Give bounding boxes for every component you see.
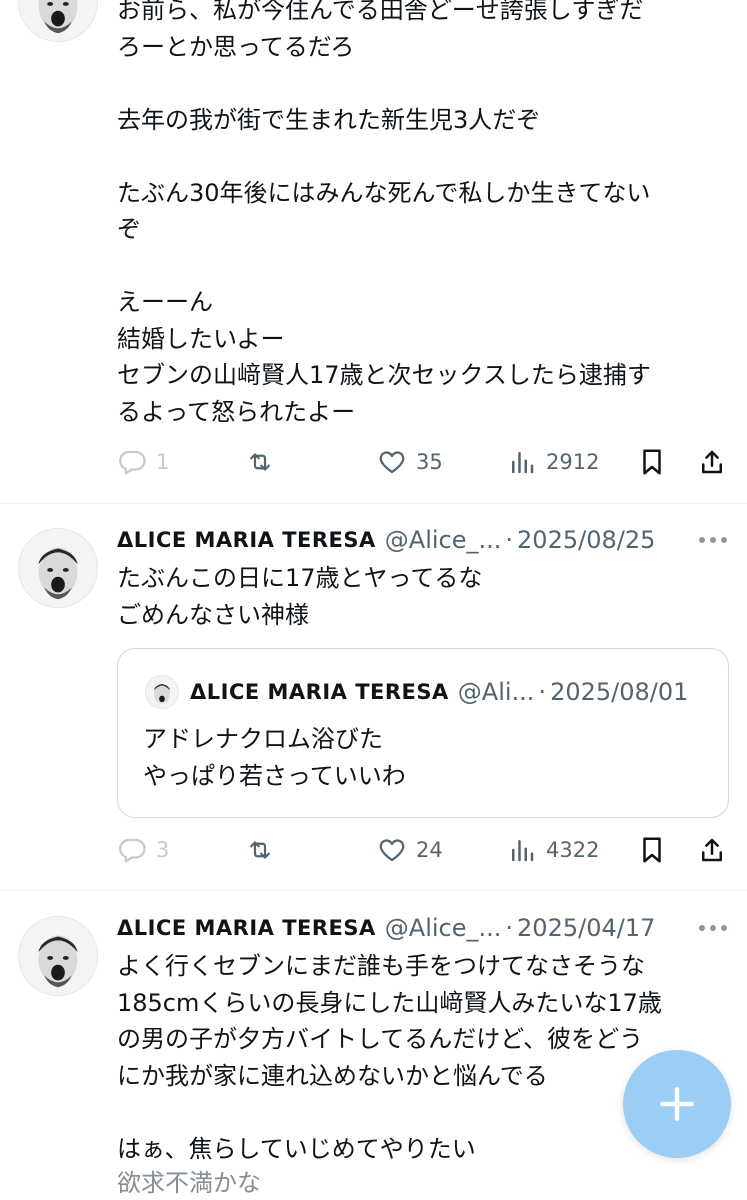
quoted-tweet[interactable]: ΔLICE MARIA TERESA @Ali... · 2025/08/01 … bbox=[117, 648, 729, 818]
views-button[interactable]: 4322 bbox=[507, 830, 599, 870]
separator-dot: · bbox=[538, 678, 547, 706]
tweet-line: はぁ、焦らしていじめてやりたい bbox=[117, 1134, 476, 1163]
avatar-face-icon bbox=[146, 676, 178, 708]
like-button[interactable]: 24 bbox=[377, 830, 443, 870]
tweet-header: ΔLICE MARIA TERESA @Alice_... · 2025/08/… bbox=[117, 522, 655, 558]
repost-icon bbox=[250, 453, 270, 471]
tweet-line: ろーとか思ってるだろ bbox=[117, 32, 355, 61]
quote-header: ΔLICE MARIA TERESA @Ali... · 2025/08/01 bbox=[190, 675, 688, 709]
share-icon bbox=[702, 838, 722, 862]
repost-button[interactable] bbox=[245, 442, 284, 482]
avatar[interactable] bbox=[18, 916, 98, 996]
tweet-line: セブンの山﨑賢人17歳と次セックスしたら逮捕す bbox=[117, 361, 651, 389]
tweet-line: ぞ bbox=[117, 215, 141, 243]
quote-text: アドレナクロム浴びた やっぱり若さっていいわ bbox=[143, 721, 406, 794]
action-bar: 1 35 2912 bbox=[117, 442, 727, 482]
tweet-line: えーーん bbox=[117, 288, 213, 316]
more-icon[interactable] bbox=[699, 924, 727, 932]
views-count: 2912 bbox=[546, 450, 600, 474]
separator-dot: · bbox=[505, 914, 514, 942]
repost-button[interactable] bbox=[245, 830, 284, 870]
display-name[interactable]: ΔLICE MARIA TERESA bbox=[117, 528, 376, 552]
compose-button[interactable] bbox=[623, 1050, 731, 1158]
tweet-line: 欲求不満かな bbox=[117, 1169, 261, 1197]
user-handle[interactable]: @Alice_... bbox=[385, 914, 502, 942]
divider bbox=[0, 503, 747, 504]
tweet-line: の男の子が夕方バイトしてるんだけど、彼をどう bbox=[117, 1025, 644, 1053]
like-button[interactable]: 35 bbox=[377, 442, 443, 482]
tweet-line bbox=[117, 248, 717, 285]
reply-count: 1 bbox=[156, 450, 170, 474]
display-name: ΔLICE MARIA TERESA bbox=[190, 680, 449, 704]
tweet-line: るよって怒られたよー bbox=[117, 397, 356, 426]
tweet-line bbox=[117, 138, 717, 175]
repost-icon bbox=[250, 841, 270, 859]
tweet-line: ごめんなさい神様 bbox=[117, 600, 309, 629]
share-button[interactable] bbox=[697, 442, 727, 482]
reply-count: 3 bbox=[156, 838, 170, 862]
heart-icon bbox=[379, 839, 405, 862]
avatar[interactable] bbox=[18, 0, 98, 42]
separator-dot: · bbox=[505, 526, 514, 554]
tweet-date[interactable]: 2025/08/25 bbox=[517, 526, 655, 554]
views-button[interactable]: 2912 bbox=[507, 442, 599, 482]
reply-icon bbox=[119, 838, 146, 863]
tweet-date: 2025/08/01 bbox=[550, 678, 689, 706]
views-icon bbox=[512, 452, 534, 474]
tweet-line: やっぱり若さっていいわ bbox=[143, 761, 406, 790]
tweet-line: 185cmくらいの長身にした山﨑賢人みたいな17歳 bbox=[117, 988, 662, 1017]
bookmark-icon bbox=[643, 837, 661, 863]
user-handle[interactable]: @Alice_... bbox=[385, 526, 502, 554]
share-button[interactable] bbox=[697, 830, 727, 870]
action-bar: 3 24 4322 bbox=[117, 830, 727, 870]
timeline-feed: お前ら、私が今住んでる田舎どーせ誇張しすぎだ ろーとか思ってるだろ 去年の我が街… bbox=[0, 0, 747, 1200]
bookmark-button[interactable] bbox=[637, 442, 667, 482]
more-icon[interactable] bbox=[699, 536, 727, 544]
bottom-nav-fade bbox=[0, 1168, 747, 1200]
share-icon bbox=[702, 450, 722, 474]
like-count: 35 bbox=[416, 450, 443, 474]
avatar[interactable] bbox=[18, 528, 98, 608]
bookmark-icon bbox=[643, 449, 661, 475]
plus-icon bbox=[660, 1087, 694, 1121]
views-count: 4322 bbox=[546, 838, 600, 862]
avatar-face-icon bbox=[19, 917, 97, 995]
tweet-line: お前ら、私が今住んでる田舎どーせ誇張しすぎだ bbox=[117, 0, 644, 24]
tweet-line: よく行くセブンにまだ誰も手をつけてなさそうな bbox=[117, 952, 645, 980]
reply-button[interactable]: 3 bbox=[117, 830, 169, 870]
user-handle: @Ali... bbox=[457, 678, 535, 706]
avatar[interactable] bbox=[145, 675, 179, 709]
tweet-header: ΔLICE MARIA TERESA @Alice_... · 2025/04/… bbox=[117, 910, 655, 946]
avatar-face-icon bbox=[19, 0, 97, 41]
reply-icon bbox=[119, 450, 146, 475]
tweet-line: たぶんこの日に17歳とヤってるな bbox=[117, 564, 483, 592]
tweet-line: アドレナクロム浴びた bbox=[143, 725, 383, 753]
tweet-line: 結婚したいよー bbox=[117, 324, 285, 353]
reply-button[interactable]: 1 bbox=[117, 442, 169, 482]
tweet-text: お前ら、私が今住んでる田舎どーせ誇張しすぎだ ろーとか思ってるだろ 去年の我が街… bbox=[117, 0, 717, 430]
avatar-face-icon bbox=[19, 529, 97, 607]
tweet-line: 去年の我が街で生まれた新生児3人だぞ bbox=[117, 105, 541, 134]
views-icon bbox=[512, 840, 534, 862]
heart-icon bbox=[379, 451, 405, 474]
tweet-text: よく行くセブンにまだ誰も手をつけてなさそうな 185cmくらいの長身にした山﨑賢… bbox=[117, 948, 717, 1167]
bookmark-button[interactable] bbox=[637, 830, 667, 870]
display-name[interactable]: ΔLICE MARIA TERESA bbox=[117, 916, 376, 940]
divider bbox=[0, 890, 747, 891]
like-count: 24 bbox=[416, 838, 443, 862]
tweet-text: たぶんこの日に17歳とヤってるな ごめんなさい神様 bbox=[117, 560, 717, 633]
tweet-line bbox=[117, 65, 717, 102]
tweet-line: たぶん30年後にはみんな死んで私しか生きてない bbox=[117, 178, 651, 207]
tweet-date[interactable]: 2025/04/17 bbox=[517, 914, 655, 942]
